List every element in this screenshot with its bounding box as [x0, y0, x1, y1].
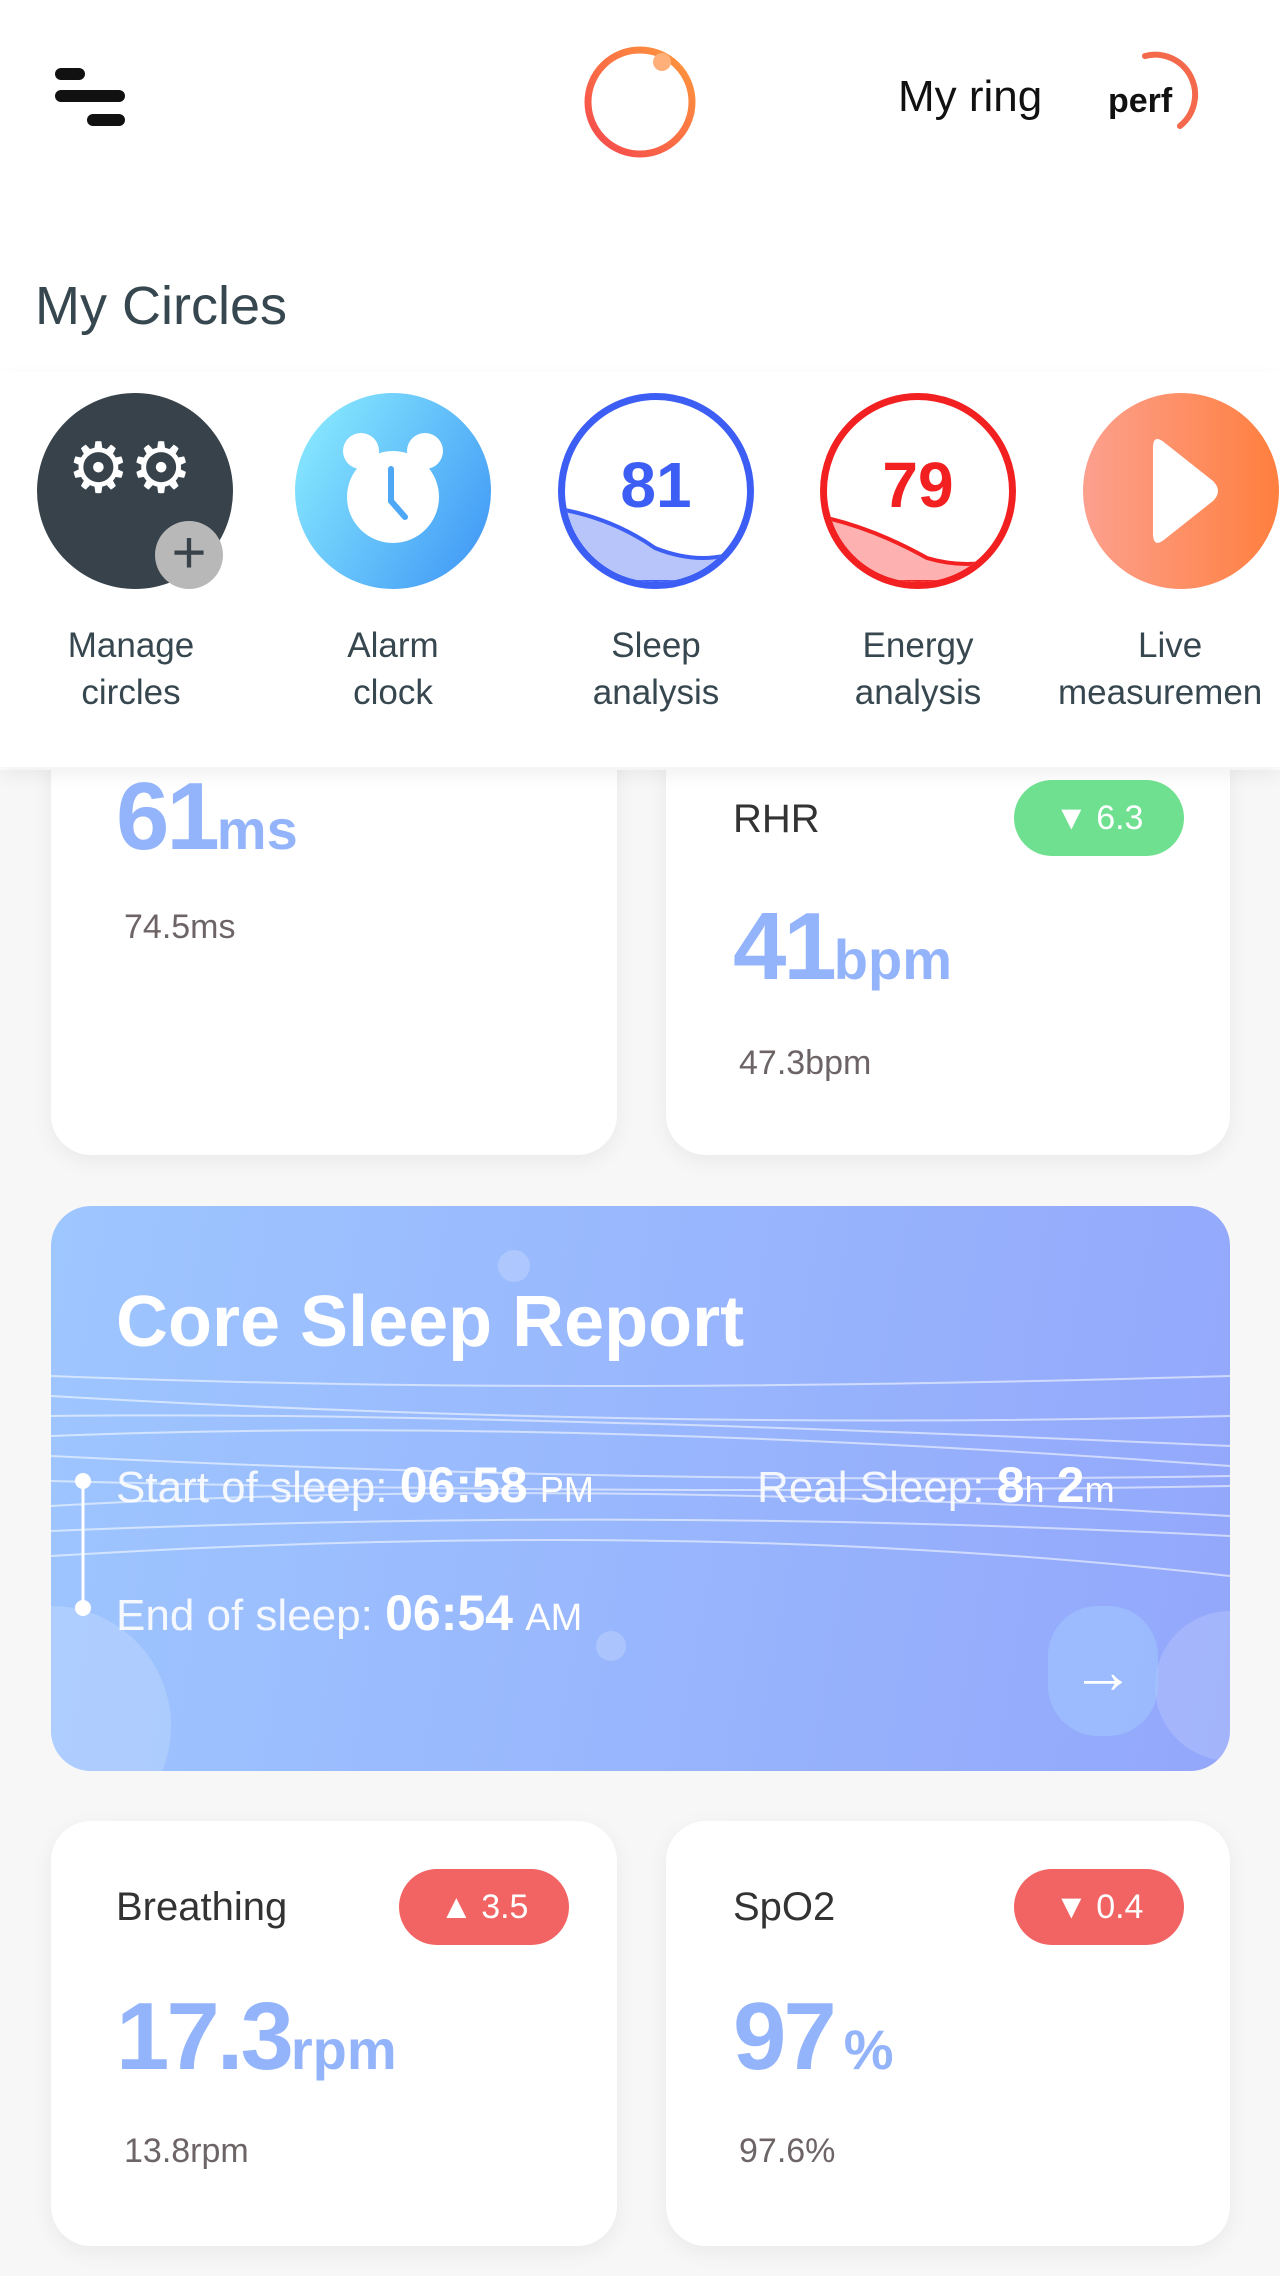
rhr-change-badge: ▼ 6.3 [1014, 780, 1184, 856]
section-title: My Circles [35, 276, 287, 336]
energy-analysis-button[interactable]: 79 [820, 393, 1016, 589]
sleep-report-title: Core Sleep Report [116, 1282, 745, 1362]
rhr-baseline: 47.3bpm [739, 1044, 872, 1082]
sleep-analysis-button[interactable]: 81 [558, 393, 754, 589]
breathing-baseline: 13.8rpm [124, 2132, 249, 2170]
manage-circles-label: Manage circles [67, 626, 195, 712]
menu-icon[interactable] [55, 68, 127, 132]
sleep-analysis-label: Sleep analysis [592, 626, 720, 712]
real-sleep: Real Sleep: 8h 2m [757, 1457, 1115, 1513]
play-icon [1153, 439, 1218, 543]
breathing-label: Breathing [116, 1885, 288, 1929]
plus-icon: + [155, 521, 223, 589]
alarm-clock-icon [343, 433, 443, 543]
breathing-change-badge: ▲ 3.5 [399, 1869, 569, 1945]
spo2-change-badge: ▼ 0.4 [1014, 1869, 1184, 1945]
alarm-clock-button[interactable] [295, 393, 491, 589]
rhr-label: RHR [733, 797, 820, 841]
gears-icon: ⚙⚙ [67, 429, 193, 507]
start-of-sleep: Start of sleep: 06:58 PM [116, 1457, 594, 1513]
app-logo [584, 46, 696, 158]
alarm-clock-label: Alarm clock [347, 626, 439, 712]
end-of-sleep: End of sleep: 06:54 AM [116, 1585, 583, 1641]
triangle-down-icon: ▼ [1054, 798, 1089, 837]
triangle-up-icon: ▲ [439, 1887, 474, 1926]
live-measurement-button[interactable] [1083, 393, 1279, 589]
hrv-value: 61ms [116, 763, 298, 870]
sleep-score: 81 [620, 449, 692, 521]
spo2-baseline: 97.6% [739, 2132, 836, 2170]
hrv-baseline: 74.5ms [124, 908, 236, 946]
core-sleep-report-card[interactable]: Core Sleep Report Start of sleep: 06:58 … [51, 1206, 1230, 1771]
triangle-down-icon: ▼ [1054, 1887, 1089, 1926]
energy-analysis-label: Energy analysis [854, 626, 982, 712]
rhr-value: 41bpm [733, 893, 952, 1000]
energy-score: 79 [882, 449, 954, 521]
breathing-value: 17.3rpm [116, 1983, 397, 2090]
spo2-label: SpO2 [733, 1885, 836, 1929]
spo2-value: 97% [733, 1983, 894, 2090]
manage-circles-button[interactable]: ⚙⚙ + [37, 393, 233, 589]
ring-arc-icon [1142, 51, 1199, 129]
my-ring-button[interactable]: My ring [898, 72, 1042, 122]
live-measurement-label: Live measuremen [1058, 626, 1263, 712]
open-report-arrow-button[interactable]: → [1048, 1606, 1158, 1736]
